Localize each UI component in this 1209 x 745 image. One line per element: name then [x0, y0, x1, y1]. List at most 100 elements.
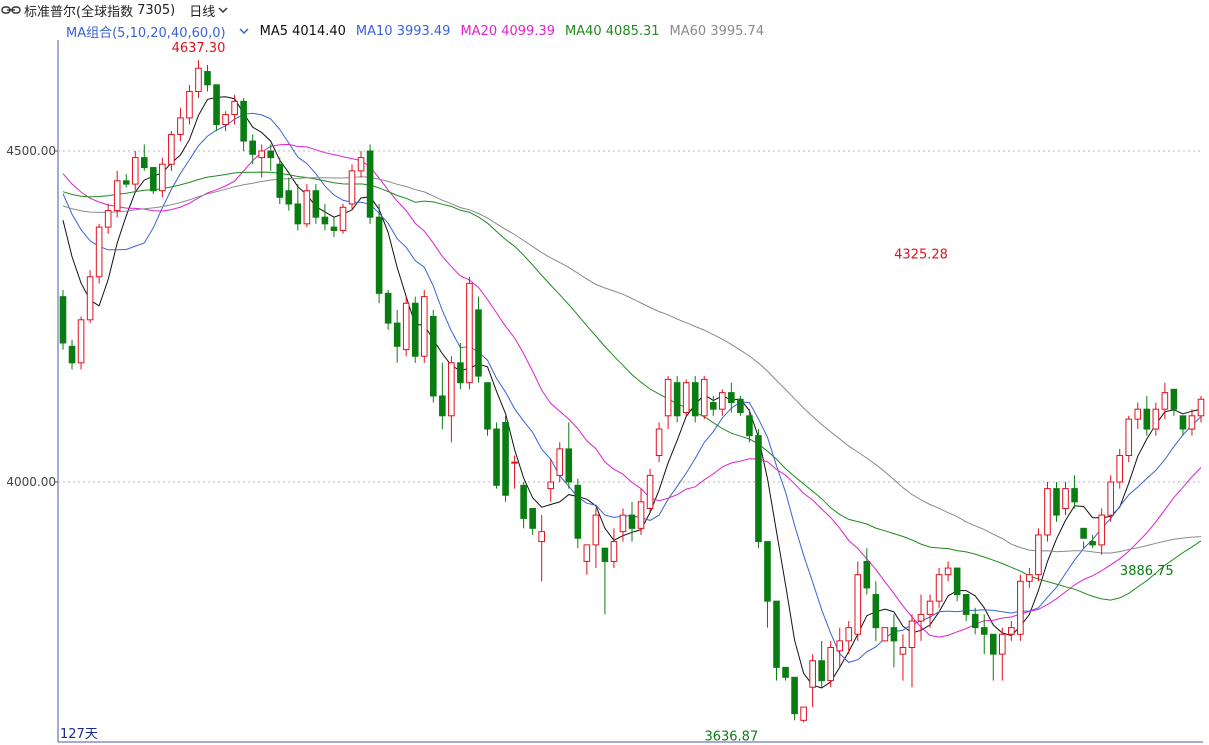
candle — [213, 84, 220, 132]
candles-layer — [59, 60, 1205, 723]
candle — [303, 184, 311, 228]
candle — [240, 98, 247, 151]
candle — [755, 429, 762, 549]
candle — [1134, 402, 1142, 430]
candle — [818, 640, 825, 688]
ma60-line — [62, 176, 1202, 554]
candle — [375, 203, 383, 304]
candle — [953, 567, 961, 602]
candle — [1116, 448, 1124, 489]
candle — [321, 203, 329, 231]
candle — [475, 296, 482, 383]
price-annotation: 4325.28 — [894, 248, 948, 263]
candle — [782, 666, 789, 681]
y-tick-label: 4500.00 — [6, 144, 56, 158]
candle — [989, 633, 997, 681]
candle — [700, 376, 708, 420]
candle — [140, 144, 148, 171]
candle — [854, 561, 862, 641]
candle — [601, 547, 609, 615]
candle — [719, 389, 726, 416]
candle — [195, 60, 202, 99]
candle — [285, 177, 293, 211]
candle — [520, 482, 527, 529]
candle — [971, 607, 979, 635]
candle — [312, 184, 320, 224]
candle — [448, 356, 455, 443]
candle — [1017, 574, 1024, 641]
candle — [890, 614, 898, 668]
annotation-layer: 4637.30 4325.28 3636.87 3886.75 — [172, 41, 1174, 744]
candle — [1080, 527, 1087, 549]
candle — [664, 376, 672, 430]
price-annotation: 3636.87 — [704, 729, 758, 744]
candle — [673, 376, 681, 423]
candle — [547, 458, 555, 502]
candle — [420, 290, 428, 363]
candle — [881, 627, 889, 642]
candle — [186, 84, 193, 125]
candle — [872, 581, 880, 641]
y-tick-label: 4000.00 — [6, 475, 56, 489]
candle — [294, 184, 302, 231]
candle — [330, 217, 338, 238]
candle — [267, 144, 275, 171]
candle — [249, 134, 256, 165]
candle — [836, 627, 844, 668]
candle — [484, 382, 491, 436]
candle — [466, 276, 473, 390]
candle — [628, 501, 636, 542]
candle — [159, 157, 166, 198]
candle — [773, 600, 780, 681]
candle — [348, 164, 356, 211]
candle — [538, 515, 545, 582]
candle — [502, 415, 509, 502]
candle — [899, 634, 907, 681]
candle — [863, 548, 871, 595]
candle — [1062, 482, 1069, 516]
candle — [962, 594, 970, 622]
candle — [556, 442, 564, 482]
candle — [592, 508, 600, 569]
moving-average-layer — [62, 96, 1202, 689]
candle — [86, 270, 94, 324]
ma5-line — [62, 96, 1202, 689]
candle — [1161, 382, 1169, 420]
candlestick-chart[interactable]: 4500.00 4000.00 4637.30 4325.28 3636.87 3886… — [0, 0, 1209, 745]
candle — [104, 203, 112, 234]
candle — [574, 478, 582, 549]
candle — [511, 455, 518, 489]
candle — [827, 640, 834, 688]
candle — [1053, 482, 1060, 522]
candle — [439, 362, 446, 430]
candle — [1152, 402, 1160, 436]
candle — [800, 706, 807, 723]
candle — [728, 382, 735, 413]
candle — [177, 107, 184, 142]
candle — [1035, 528, 1042, 582]
candle — [637, 488, 645, 535]
candle — [204, 64, 211, 92]
price-annotation: 4637.30 — [172, 41, 226, 56]
candle — [529, 507, 536, 535]
candle — [655, 422, 663, 463]
candle — [1125, 415, 1133, 463]
candle — [1098, 508, 1105, 555]
candle — [583, 544, 591, 575]
candle — [150, 167, 157, 195]
day-count: 127天 — [60, 727, 98, 742]
candle — [131, 151, 139, 191]
candle — [944, 561, 952, 582]
candle — [430, 309, 437, 403]
candle — [393, 309, 401, 363]
ma20-line — [62, 143, 1202, 638]
candle — [908, 614, 916, 688]
candle — [1170, 388, 1178, 416]
candle — [691, 376, 699, 423]
candle — [77, 316, 85, 370]
candle — [113, 170, 121, 218]
candle — [1188, 409, 1196, 436]
candle — [339, 203, 347, 234]
candle — [457, 342, 464, 390]
candle — [59, 290, 67, 350]
